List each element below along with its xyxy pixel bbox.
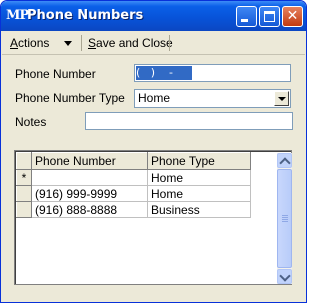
actions-label: ctions xyxy=(18,36,50,50)
save-and-close-button[interactable]: Save and Close xyxy=(88,35,173,51)
table-row[interactable]: (916) 888-8888 Business xyxy=(16,201,251,218)
row-selector[interactable] xyxy=(16,185,32,202)
grid-vertical-scrollbar[interactable] xyxy=(277,153,292,284)
table-row[interactable]: * Home xyxy=(16,169,251,186)
phone-type-cell[interactable]: Home xyxy=(147,169,251,186)
row-selector[interactable] xyxy=(16,201,32,218)
column-header-phone-number[interactable]: Phone Number xyxy=(31,152,148,170)
phone-numbers-table: Phone Number Phone Type * Home (916) 999… xyxy=(16,152,251,218)
grip-line xyxy=(282,217,288,218)
scroll-down-button[interactable] xyxy=(277,269,292,284)
minimize-icon xyxy=(241,19,248,22)
phone-number-value: ( ) - xyxy=(136,66,192,80)
dropdown-button[interactable] xyxy=(274,91,289,106)
phone-number-type-value: Home xyxy=(138,91,171,105)
notes-input[interactable] xyxy=(85,112,293,130)
notes-label: Notes xyxy=(15,115,47,129)
row-selector-header[interactable] xyxy=(16,152,32,170)
scroll-thumb[interactable] xyxy=(277,169,292,268)
window-title: Phone Numbers xyxy=(27,8,144,23)
toolbar-separator xyxy=(169,35,170,51)
maximize-icon xyxy=(264,11,275,22)
maximize-button[interactable] xyxy=(259,6,280,27)
column-header-phone-type[interactable]: Phone Type xyxy=(147,152,251,170)
toolbar: Actions Save and Close xyxy=(2,32,305,55)
phone-type-cell[interactable]: Business xyxy=(147,201,251,218)
chevron-down-icon xyxy=(279,270,291,282)
phone-numbers-window: MP Phone Numbers ✕ Actions Save and Clos… xyxy=(0,0,307,303)
app-icon: MP xyxy=(6,8,29,23)
phone-number-input[interactable]: ( ) - xyxy=(134,64,291,82)
table-row[interactable]: (916) 999-9999 Home xyxy=(16,185,251,202)
phone-number-cell[interactable]: (916) 999-9999 xyxy=(31,185,148,202)
phone-number-type-select[interactable]: Home xyxy=(134,89,291,108)
toolbar-separator xyxy=(81,35,82,51)
scroll-up-button[interactable] xyxy=(277,153,292,169)
dropdown-arrow-icon xyxy=(64,41,72,46)
chevron-down-icon xyxy=(278,97,286,101)
grip-line xyxy=(282,221,288,222)
phone-number-cell[interactable] xyxy=(31,169,148,186)
close-icon: ✕ xyxy=(286,8,299,24)
phone-number-type-label: Phone Number Type xyxy=(15,91,125,105)
grip-line xyxy=(282,219,288,220)
actions-label-mnemonic: A xyxy=(10,36,19,50)
save-label-mnemonic: S xyxy=(88,36,97,50)
close-button[interactable]: ✕ xyxy=(282,6,303,27)
phone-number-cell[interactable]: (916) 888-8888 xyxy=(31,201,148,218)
save-label: ave and Close xyxy=(96,36,173,50)
grid-header-row: Phone Number Phone Type xyxy=(16,152,251,170)
minimize-button[interactable] xyxy=(236,6,257,27)
chevron-up-icon xyxy=(279,157,291,169)
actions-menu-button[interactable]: Actions xyxy=(10,35,72,51)
phone-numbers-grid: Phone Number Phone Type * Home (916) 999… xyxy=(14,150,292,285)
phone-type-cell[interactable]: Home xyxy=(147,185,251,202)
phone-number-label: Phone Number xyxy=(15,67,96,81)
new-row-marker[interactable]: * xyxy=(16,169,32,186)
grip-line xyxy=(282,215,288,216)
title-bar[interactable]: MP Phone Numbers ✕ xyxy=(1,1,306,31)
